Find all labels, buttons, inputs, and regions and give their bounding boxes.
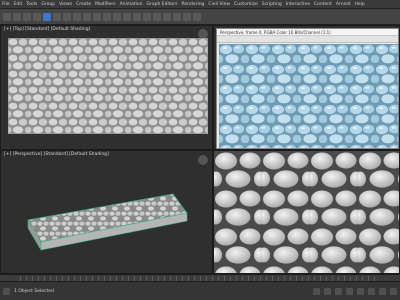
main-toolbar: [0, 9, 400, 25]
menu-item-file[interactable]: File: [2, 2, 10, 7]
menu-item-customize[interactable]: Customize: [234, 2, 258, 7]
menu-item-civil-view[interactable]: Civil View: [208, 2, 230, 7]
go-to-end-icon[interactable]: [357, 287, 364, 295]
menu-item-create[interactable]: Create: [76, 2, 91, 7]
go-to-start-icon[interactable]: [313, 287, 320, 295]
render-window-title: Perspective, frame 0, RGBA Color 16 Bits…: [217, 29, 398, 36]
curve-editor-icon[interactable]: [153, 12, 161, 21]
viewport-bottom-right[interactable]: [213, 150, 400, 274]
cobblestone-top-view: [8, 38, 208, 134]
menu-item-group[interactable]: Group: [41, 2, 55, 7]
material-editor-icon[interactable]: [163, 12, 171, 21]
render-setup-icon[interactable]: [173, 12, 181, 21]
rotate-icon[interactable]: [73, 12, 81, 21]
menu-item-rendering[interactable]: Rendering: [181, 2, 204, 7]
menu-item-interactive[interactable]: Interactive: [286, 2, 310, 7]
orbit-icon[interactable]: [379, 287, 386, 295]
rendered-frame-window[interactable]: Perspective, frame 0, RGBA Color 16 Bits…: [216, 28, 399, 149]
link-icon[interactable]: [23, 12, 31, 21]
previous-frame-icon[interactable]: [324, 287, 331, 295]
menu-item-tools[interactable]: Tools: [26, 2, 37, 7]
cobblestone-closeup-view: [214, 151, 399, 273]
unlink-icon[interactable]: [33, 12, 41, 21]
angle-snap-icon[interactable]: [103, 12, 111, 21]
menu-item-modifiers[interactable]: Modifiers: [95, 2, 116, 7]
percent-snap-icon[interactable]: [113, 12, 121, 21]
render-frame-icon[interactable]: [183, 12, 191, 21]
play-icon[interactable]: [335, 287, 342, 295]
menu-item-scripting[interactable]: Scripting: [262, 2, 282, 7]
select-icon[interactable]: [43, 12, 51, 21]
menu-item-help[interactable]: Help: [354, 2, 364, 7]
viewport-bottom-left[interactable]: [+] [Perspective] [Standard] [Default Sh…: [0, 150, 213, 274]
menu-bar: File Edit Tools Group Views Create Modifiers An…: [0, 0, 400, 9]
mirror-icon[interactable]: [123, 12, 131, 21]
viewport-top-left[interactable]: [+] [Top] [Standard] [Default Shading]: [0, 25, 213, 150]
render-icon[interactable]: [193, 12, 201, 21]
status-bar: 1 Object Selected: [0, 281, 400, 300]
menu-item-arnold[interactable]: Arnold: [336, 2, 351, 7]
move-icon[interactable]: [63, 12, 71, 21]
menu-item-animation[interactable]: Animation: [120, 2, 143, 7]
redo-icon[interactable]: [13, 12, 21, 21]
next-frame-icon[interactable]: [346, 287, 353, 295]
snap-icon[interactable]: [93, 12, 101, 21]
render-window-toolbar[interactable]: [217, 36, 398, 43]
render-image: [219, 44, 398, 148]
maxscript-listener-icon[interactable]: [3, 287, 10, 295]
cobblestone-perspective-view: [27, 193, 188, 252]
pan-icon[interactable]: [390, 287, 397, 295]
zoom-icon[interactable]: [368, 287, 375, 295]
scale-icon[interactable]: [83, 12, 91, 21]
selection-status: 1 Object Selected: [14, 288, 54, 294]
menu-item-views[interactable]: Views: [59, 2, 72, 7]
viewport-top-right[interactable]: Perspective, frame 0, RGBA Color 16 Bits…: [213, 25, 400, 150]
menu-item-edit[interactable]: Edit: [14, 2, 23, 7]
undo-icon[interactable]: [3, 12, 11, 21]
select-region-icon[interactable]: [53, 12, 61, 21]
menu-item-content[interactable]: Content: [314, 2, 332, 7]
layer-icon[interactable]: [143, 12, 151, 21]
viewport-label[interactable]: [+] [Top] [Standard] [Default Shading]: [4, 27, 90, 32]
align-icon[interactable]: [133, 12, 141, 21]
menu-item-graph-editors[interactable]: Graph Editors: [147, 2, 178, 7]
